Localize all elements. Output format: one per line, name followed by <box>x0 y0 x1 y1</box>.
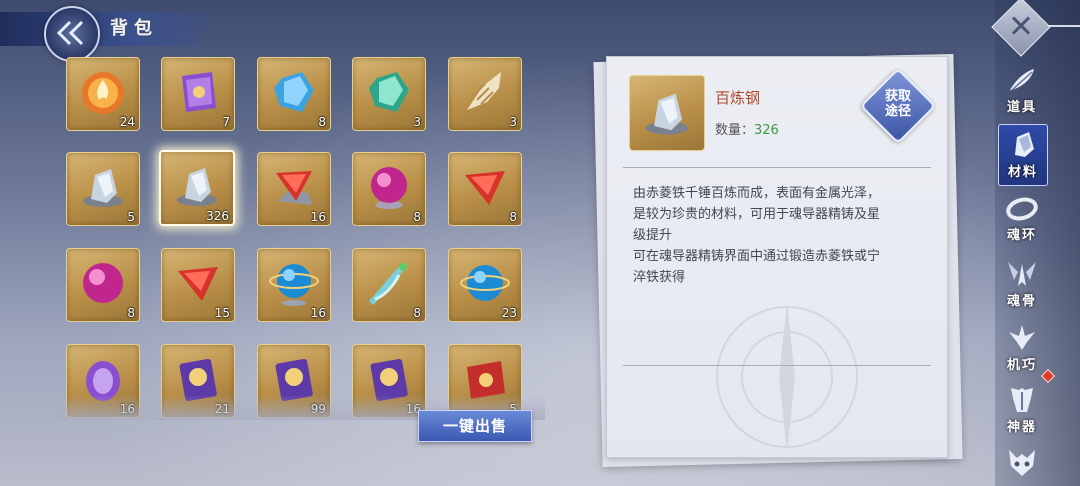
silver-ore-icon <box>83 169 123 207</box>
divider <box>623 167 931 168</box>
fire-orb-icon <box>82 72 124 114</box>
red-gem-on-ore-icon <box>276 171 312 205</box>
inventory-slot[interactable]: 8 <box>352 248 426 322</box>
ring-icon <box>1006 197 1038 221</box>
description-line: 级提升 <box>633 228 673 243</box>
item-detail-panel: 百炼钢 数量：326 获取 途径 由赤菱铁千锤百炼而成，表面有金属光泽， 是较为珍… <box>606 56 948 458</box>
inventory-slot[interactable]: 5 <box>66 152 140 226</box>
tab-label: 魂骨 <box>1006 294 1037 309</box>
feather-icon <box>1010 69 1034 91</box>
inventory-slot[interactable]: 16 <box>257 152 331 226</box>
pink-orb-icon <box>83 263 123 303</box>
red-gem-icon <box>465 171 505 205</box>
quick-sell-button[interactable]: 一键出售 <box>418 410 532 442</box>
item-count: 8 <box>509 210 517 224</box>
item-count: 8 <box>413 306 421 320</box>
inventory-slot[interactable]: 8 <box>352 152 426 226</box>
description-line: 是较为珍贵的材料，可用于魂导器精铸及星 <box>633 207 881 222</box>
acquire-source-button[interactable] <box>859 67 937 145</box>
description-line: 可在魂导器精铸界面中通过锻造赤菱铁或宁 <box>633 249 881 264</box>
item-count: 5 <box>127 210 135 224</box>
tab-label: 材料 <box>1007 165 1038 180</box>
armor-icon <box>1011 388 1033 412</box>
item-count: 3 <box>509 115 517 129</box>
inventory-slot[interactable]: 16 <box>257 248 331 322</box>
description-line: 淬铁获得 <box>633 270 686 285</box>
inventory-slot[interactable]: 23 <box>448 248 522 322</box>
red-gem-icon <box>178 267 218 301</box>
detail-item-name: 百炼钢 <box>715 89 761 107</box>
tab-soul-rings[interactable]: 魂环 <box>998 192 1046 252</box>
inventory-slot[interactable]: 8 <box>448 152 522 226</box>
close-icon <box>1011 16 1031 35</box>
quantity-label: 数量： <box>715 123 755 138</box>
item-count: 8 <box>318 115 326 129</box>
silver-ore-icon <box>177 168 217 206</box>
tab-soul-bones[interactable]: 魂骨 <box>998 254 1046 314</box>
detail-item-icon <box>629 75 705 151</box>
inventory-slot[interactable]: 3 <box>448 57 522 131</box>
tab-label: 道具 <box>1006 100 1037 115</box>
tab-label: 魂环 <box>1006 228 1037 243</box>
conch-shell-icon <box>467 72 501 110</box>
demon-mask-icon <box>1009 450 1035 476</box>
compass-watermark-icon <box>716 302 858 452</box>
item-count: 326 <box>206 209 229 223</box>
tab-label: 神器 <box>1006 420 1037 435</box>
item-count: 23 <box>501 306 517 320</box>
tab-demon-mask[interactable] <box>998 442 1046 482</box>
blue-ringed-orb-on-stand-icon <box>269 264 319 306</box>
mechanism-icon <box>1009 325 1035 350</box>
tab-artifacts[interactable]: 神器 <box>998 380 1046 440</box>
item-count: 16 <box>310 210 326 224</box>
inventory-slot-selected[interactable]: 326 <box>159 150 235 226</box>
inventory-slot[interactable]: 7 <box>161 57 235 131</box>
pink-orb-on-stand-icon <box>371 167 407 209</box>
description-line: 由赤菱铁千锤百炼而成，表面有金属光泽， <box>633 186 881 201</box>
inventory-slot[interactable]: 3 <box>352 57 426 131</box>
inventory-slot[interactable]: 24 <box>66 57 140 131</box>
item-count: 3 <box>413 115 421 129</box>
inventory-slot[interactable]: 15 <box>161 248 235 322</box>
feather-herb-icon <box>368 263 407 306</box>
divider <box>623 365 931 366</box>
silver-ore-icon <box>645 93 689 135</box>
inventory-slot[interactable]: 8 <box>257 57 331 131</box>
blue-ringed-orb-icon <box>460 265 510 301</box>
item-count: 8 <box>127 306 135 320</box>
green-crystal-icon <box>369 72 409 112</box>
bone-wings-icon <box>1008 262 1036 286</box>
tab-items[interactable]: 道具 <box>998 62 1046 122</box>
detail-description: 由赤菱铁千锤百炼而成，表面有金属光泽， 是较为珍贵的材料，可用于魂导器精铸及星 … <box>633 183 933 288</box>
item-count: 16 <box>310 306 326 320</box>
item-count: 8 <box>413 210 421 224</box>
blue-crystal-icon <box>274 72 314 112</box>
item-count: 7 <box>222 115 230 129</box>
detail-item-quantity: 数量：326 <box>715 119 779 138</box>
item-count: 15 <box>214 306 230 320</box>
purple-scroll-icon <box>182 72 216 112</box>
quantity-value: 326 <box>754 123 779 138</box>
tab-mechanisms[interactable]: 机巧 <box>998 318 1046 378</box>
ore-icon <box>1015 132 1034 157</box>
tab-materials[interactable]: 材料 <box>998 124 1048 186</box>
tab-label: 机巧 <box>1006 358 1037 373</box>
inventory-slot[interactable]: 8 <box>66 248 140 322</box>
item-count: 24 <box>119 115 135 129</box>
